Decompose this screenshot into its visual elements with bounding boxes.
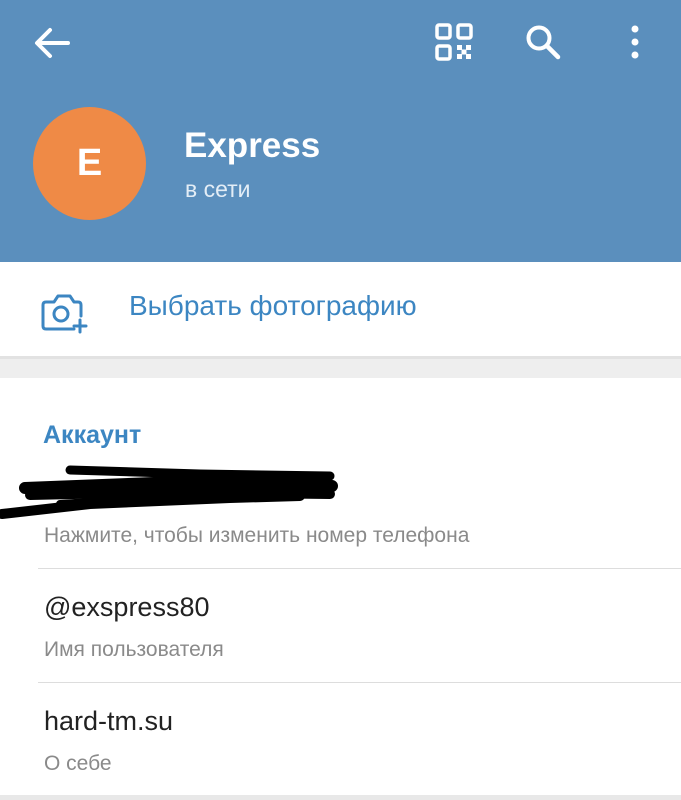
camera-add-icon	[41, 294, 88, 334]
back-button[interactable]	[22, 14, 82, 72]
avatar-letter: E	[76, 142, 103, 184]
arrow-left-icon	[35, 28, 70, 58]
online-status: в сети	[185, 176, 251, 202]
bio-row[interactable]: hard-tm.su О себе	[0, 683, 681, 795]
qr-code-icon	[435, 23, 473, 61]
bio-label: О себе	[44, 752, 112, 775]
choose-photo-label: Выбрать фотографию	[129, 290, 417, 321]
redaction-scribble	[0, 465, 338, 519]
avatar[interactable]: E	[33, 107, 146, 220]
phone-hint-label: Нажмите, чтобы изменить номер телефона	[44, 524, 470, 547]
choose-photo-button[interactable]: Выбрать фотографию	[0, 262, 681, 356]
profile-header: E Express в сети	[0, 0, 681, 262]
search-icon	[526, 25, 561, 60]
username-label: Имя пользователя	[44, 638, 224, 661]
username-row[interactable]: @exspress80 Имя пользователя	[0, 569, 681, 682]
more-vertical-icon	[631, 25, 639, 59]
bottom-shadow	[0, 795, 681, 800]
qr-code-button[interactable]	[424, 12, 484, 72]
username-value: @exspress80	[44, 592, 210, 622]
more-options-button[interactable]	[610, 12, 660, 72]
account-section-title: Аккаунт	[43, 421, 142, 449]
bio-value: hard-tm.su	[44, 706, 174, 736]
section-divider	[0, 356, 681, 378]
profile-name: Express	[184, 126, 321, 165]
search-button[interactable]	[512, 12, 574, 72]
